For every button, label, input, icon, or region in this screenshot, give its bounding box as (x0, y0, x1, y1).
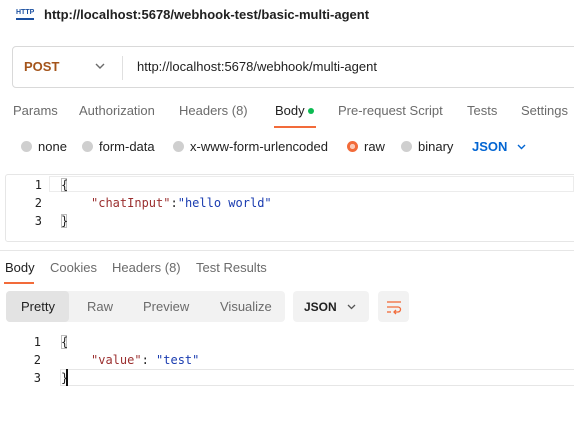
tab-tests[interactable]: Tests (467, 103, 497, 118)
text-cursor (66, 369, 68, 386)
code-open-brace: { (61, 335, 69, 349)
tab-authorization[interactable]: Authorization (79, 103, 155, 118)
response-tab-headers[interactable]: Headers (8) (112, 260, 181, 275)
line-number: 2 (33, 353, 41, 367)
line-number: 1 (33, 335, 41, 349)
url-input[interactable]: http://localhost:5678/webhook/multi-agen… (137, 59, 377, 74)
language-select[interactable]: JSON (472, 139, 507, 154)
format-pretty-label[interactable]: Pretty (21, 299, 55, 314)
active-tab-indicator (274, 126, 316, 128)
active-line-highlight (49, 176, 574, 192)
format-visualize-button[interactable]: Visualize (220, 299, 272, 314)
json-key: "chatInput" (91, 196, 171, 210)
tab-headers[interactable]: Headers (8) (179, 103, 248, 118)
response-tab-body[interactable]: Body (5, 260, 35, 275)
radio-label-none[interactable]: none (38, 139, 67, 154)
json-colon: : (141, 353, 157, 367)
code-line: "chatInput":"hello world" (91, 196, 272, 210)
chevron-down-icon[interactable] (346, 301, 357, 312)
response-tab-cookies[interactable]: Cookies (50, 260, 97, 275)
response-language-label[interactable]: JSON (304, 300, 337, 314)
tab-params[interactable]: Params (13, 103, 58, 118)
tab-pre-request-script[interactable]: Pre-request Script (338, 103, 443, 118)
json-colon: : (170, 196, 178, 210)
line-number: 1 (34, 178, 42, 192)
line-number: 3 (33, 371, 41, 385)
response-tab-test-results[interactable]: Test Results (196, 260, 267, 275)
json-value: "hello world" (177, 196, 272, 210)
code-open-brace: { (61, 178, 69, 192)
http-icon-text: HTTP (16, 9, 35, 16)
active-response-tab-indicator (4, 282, 34, 284)
code-close-brace: } (61, 214, 69, 228)
section-divider (0, 250, 574, 251)
format-preview-button[interactable]: Preview (143, 299, 189, 314)
tab-settings[interactable]: Settings (521, 103, 568, 118)
divider (122, 56, 123, 80)
method-select[interactable]: POST (24, 59, 59, 74)
radio-label-form-data[interactable]: form-data (99, 139, 155, 154)
http-icon: HTTP (16, 8, 34, 23)
radio-form-data[interactable] (82, 141, 93, 152)
radio-binary[interactable] (401, 141, 412, 152)
json-value: "test" (156, 353, 200, 367)
format-raw-button[interactable]: Raw (87, 299, 113, 314)
line-number: 3 (34, 214, 42, 228)
active-line-highlight (60, 369, 574, 386)
code-line: "value": "test" (91, 353, 199, 367)
tab-body[interactable]: Body (275, 103, 305, 118)
radio-none[interactable] (21, 141, 32, 152)
radio-label-raw[interactable]: raw (364, 139, 385, 154)
radio-raw[interactable] (347, 141, 358, 152)
json-key: "value" (91, 353, 142, 367)
line-number: 2 (34, 196, 42, 210)
radio-label-x-www-form-urlencoded[interactable]: x-www-form-urlencoded (190, 139, 328, 154)
request-title[interactable]: http://localhost:5678/webhook-test/basic… (44, 7, 369, 22)
body-status-dot (308, 108, 314, 114)
chevron-down-icon[interactable] (516, 141, 527, 152)
radio-label-binary[interactable]: binary (418, 139, 453, 154)
wrap-lines-icon[interactable] (386, 299, 402, 315)
chevron-down-icon[interactable] (94, 60, 106, 72)
radio-x-www-form-urlencoded[interactable] (173, 141, 184, 152)
